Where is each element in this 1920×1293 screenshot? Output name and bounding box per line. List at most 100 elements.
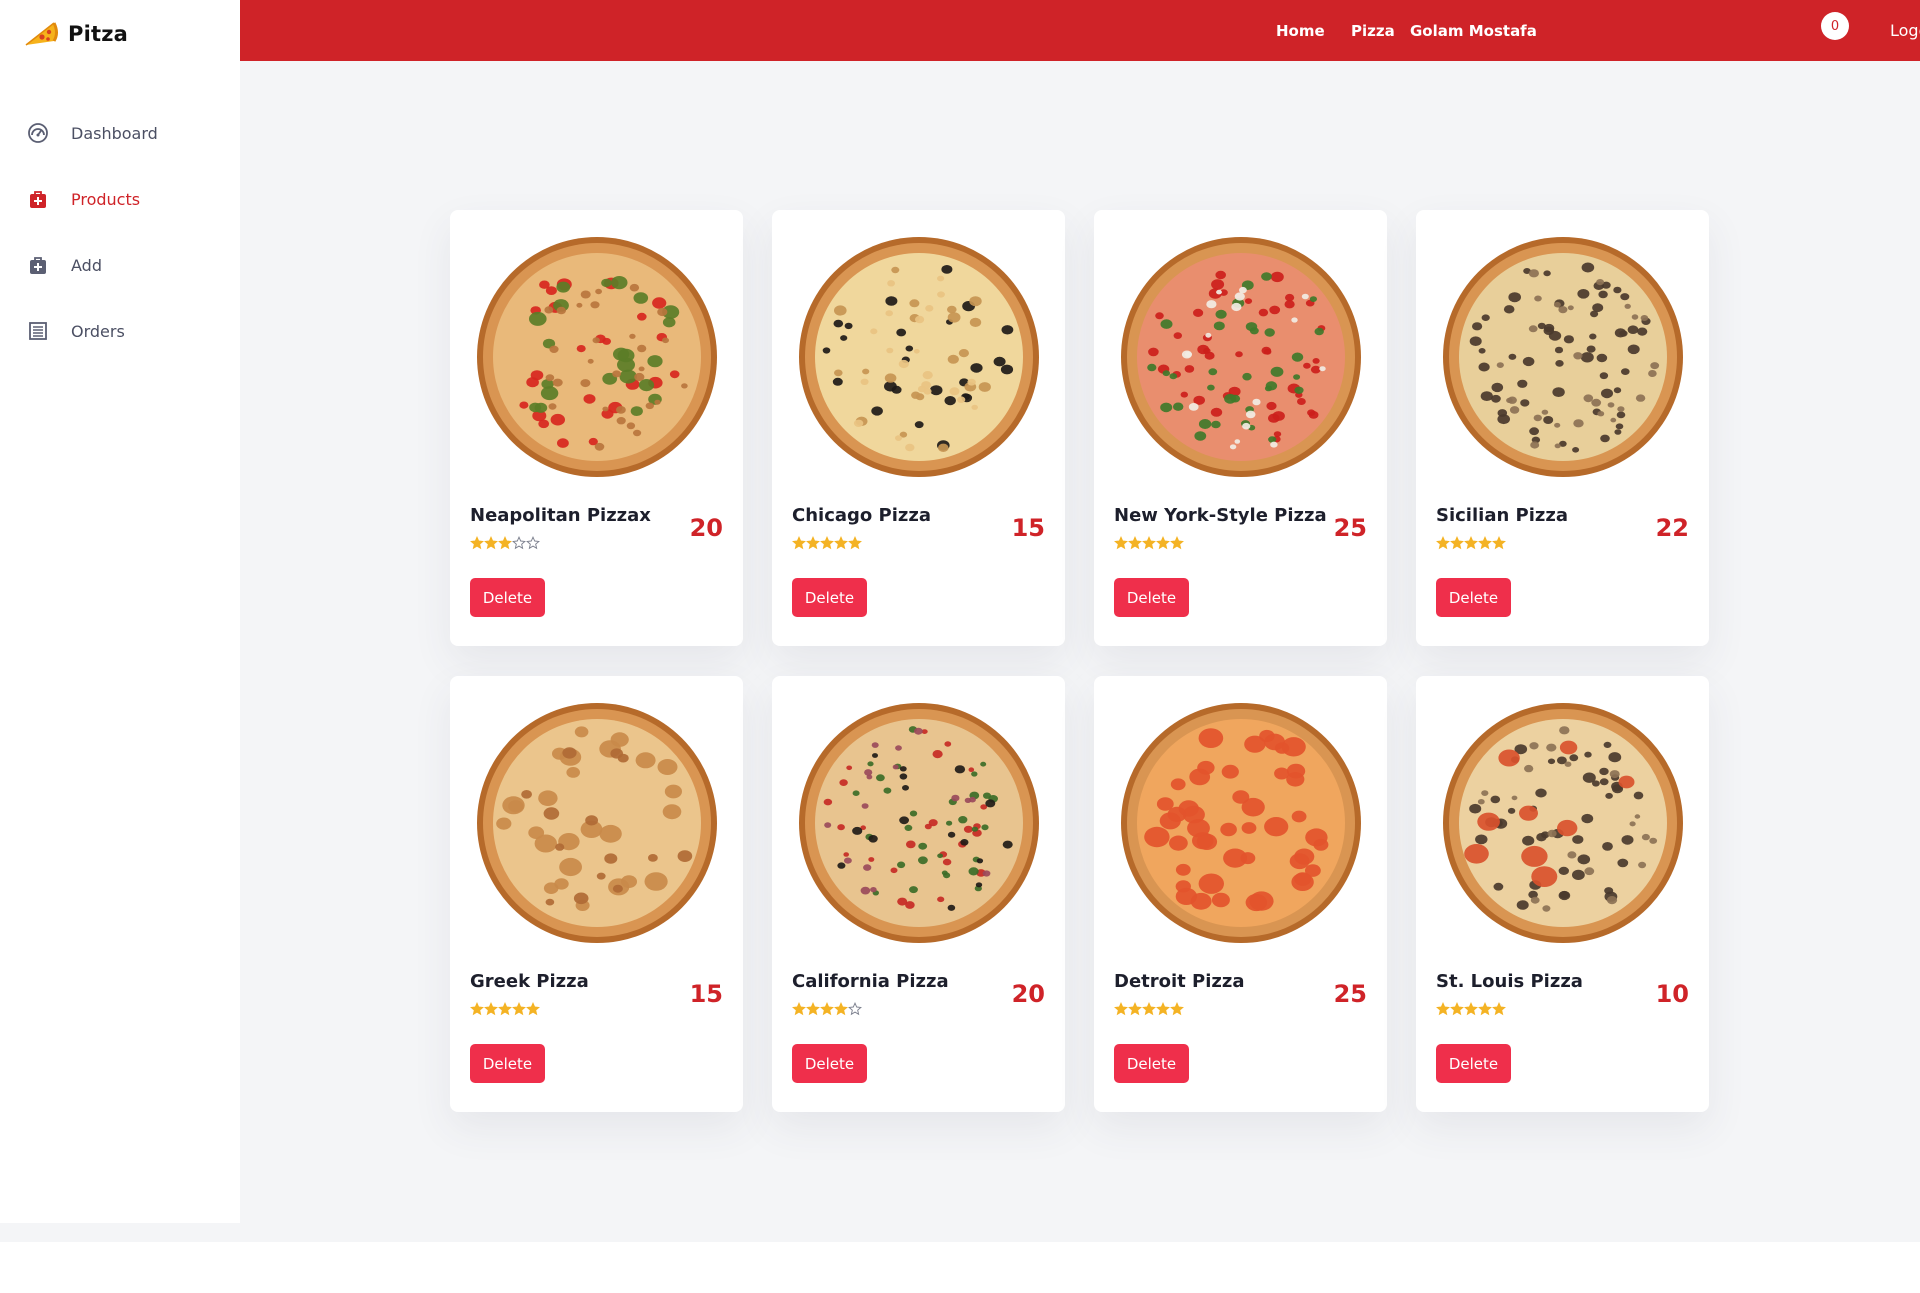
- star-rating: [470, 536, 540, 550]
- star-filled-icon: [1450, 536, 1464, 550]
- star-filled-icon: [1128, 536, 1142, 550]
- star-rating: [1114, 1002, 1184, 1016]
- sidebar-item-label: Products: [71, 189, 141, 209]
- star-filled-icon: [806, 1002, 820, 1016]
- sidebar-item-products[interactable]: Products: [0, 166, 240, 232]
- product-price: 20: [689, 514, 723, 542]
- star-filled-icon: [820, 536, 834, 550]
- delete-button[interactable]: Delete: [1114, 578, 1189, 617]
- sidebar: Pitza Dashboard Products Add Orders: [0, 0, 240, 1223]
- user-name-label: Golam Mostafa: [1410, 21, 1537, 40]
- star-filled-icon: [1464, 1002, 1478, 1016]
- medkit-bag-icon: [27, 188, 49, 210]
- star-filled-icon: [820, 1002, 834, 1016]
- footer-band: [0, 1242, 1920, 1293]
- product-price: 20: [1011, 980, 1045, 1008]
- product-price: 22: [1655, 514, 1689, 542]
- product-price: 25: [1333, 980, 1367, 1008]
- star-filled-icon: [498, 1002, 512, 1016]
- star-filled-icon: [1156, 1002, 1170, 1016]
- pizza-image: [477, 237, 717, 477]
- bag-plus-icon: [27, 254, 49, 276]
- star-filled-icon: [806, 536, 820, 550]
- product-card: Chicago Pizza 15 Delete: [772, 210, 1065, 646]
- product-card: Detroit Pizza 25 Delete: [1094, 676, 1387, 1112]
- star-rating: [792, 536, 862, 550]
- product-name: Greek Pizza: [470, 971, 589, 992]
- star-filled-icon: [1450, 1002, 1464, 1016]
- star-empty-icon: [848, 1002, 862, 1016]
- star-filled-icon: [1464, 536, 1478, 550]
- brand-name: Pitza: [68, 22, 129, 46]
- star-filled-icon: [1492, 536, 1506, 550]
- star-filled-icon: [1492, 1002, 1506, 1016]
- star-empty-icon: [512, 536, 526, 550]
- star-filled-icon: [512, 1002, 526, 1016]
- product-price: 15: [689, 980, 723, 1008]
- brand[interactable]: Pitza: [24, 18, 128, 50]
- star-filled-icon: [792, 1002, 806, 1016]
- nav-link-pizza-label[interactable]: Pizza: [1351, 22, 1395, 40]
- delete-button[interactable]: Delete: [1114, 1044, 1189, 1083]
- app-background: Pitza Dashboard Products Add Orders Home…: [0, 0, 1920, 1242]
- delete-button[interactable]: Delete: [1436, 1044, 1511, 1083]
- sidebar-item-label: Orders: [71, 321, 125, 341]
- product-grid: Neapolitan Pizzax 20 Delete Chicago Pizz…: [450, 210, 1709, 1112]
- star-filled-icon: [1114, 1002, 1128, 1016]
- pizza-image: [799, 237, 1039, 477]
- product-card: St. Louis Pizza 10 Delete: [1416, 676, 1709, 1112]
- pizza-image: [1443, 703, 1683, 943]
- product-price: 10: [1655, 980, 1689, 1008]
- nav-link-pizza[interactable]: Pizza: [1351, 0, 1395, 61]
- product-name: St. Louis Pizza: [1436, 971, 1583, 992]
- sidebar-item-label: Add: [71, 255, 102, 275]
- top-header: Home Pizza Golam Mostafa 0 Logout: [240, 0, 1920, 61]
- star-filled-icon: [498, 536, 512, 550]
- product-card: Sicilian Pizza 22 Delete: [1416, 210, 1709, 646]
- star-rating: [1114, 536, 1184, 550]
- star-rating: [1436, 536, 1506, 550]
- sidebar-item-dashboard[interactable]: Dashboard: [0, 100, 240, 166]
- product-card: Neapolitan Pizzax 20 Delete: [450, 210, 743, 646]
- star-filled-icon: [792, 536, 806, 550]
- star-rating: [470, 1002, 540, 1016]
- star-filled-icon: [834, 1002, 848, 1016]
- star-rating: [792, 1002, 862, 1016]
- star-filled-icon: [1478, 1002, 1492, 1016]
- star-filled-icon: [484, 1002, 498, 1016]
- gauge-icon: [27, 122, 49, 144]
- star-filled-icon: [470, 1002, 484, 1016]
- pizza-image: [1121, 703, 1361, 943]
- star-filled-icon: [834, 536, 848, 550]
- product-name: California Pizza: [792, 971, 949, 992]
- delete-button[interactable]: Delete: [470, 1044, 545, 1083]
- product-card: California Pizza 20 Delete: [772, 676, 1065, 1112]
- delete-button[interactable]: Delete: [1436, 578, 1511, 617]
- sidebar-item-orders[interactable]: Orders: [0, 298, 240, 364]
- sidebar-nav: Dashboard Products Add Orders: [0, 100, 240, 364]
- star-filled-icon: [1170, 536, 1184, 550]
- star-filled-icon: [1142, 536, 1156, 550]
- nav-link-home[interactable]: Home: [1276, 0, 1325, 61]
- sidebar-item-label: Dashboard: [71, 123, 158, 143]
- delete-button[interactable]: Delete: [792, 1044, 867, 1083]
- sidebar-item-add[interactable]: Add: [0, 232, 240, 298]
- user-name[interactable]: Golam Mostafa: [1410, 0, 1537, 61]
- star-filled-icon: [1478, 536, 1492, 550]
- nav-link-home-label[interactable]: Home: [1276, 22, 1325, 40]
- star-filled-icon: [1156, 536, 1170, 550]
- product-name: Sicilian Pizza: [1436, 505, 1569, 526]
- pizza-image: [1121, 237, 1361, 477]
- delete-button[interactable]: Delete: [792, 578, 867, 617]
- product-name: Neapolitan Pizzax: [470, 505, 651, 526]
- star-filled-icon: [526, 1002, 540, 1016]
- cart-count-badge[interactable]: 0: [1821, 12, 1849, 40]
- star-filled-icon: [1114, 536, 1128, 550]
- pizza-image: [477, 703, 717, 943]
- product-name: Detroit Pizza: [1114, 971, 1245, 992]
- logout-link[interactable]: Logout: [1890, 0, 1920, 61]
- product-price: 15: [1011, 514, 1045, 542]
- product-name: New York-Style Pizza: [1114, 505, 1327, 526]
- delete-button[interactable]: Delete: [470, 578, 545, 617]
- pizza-image: [1443, 237, 1683, 477]
